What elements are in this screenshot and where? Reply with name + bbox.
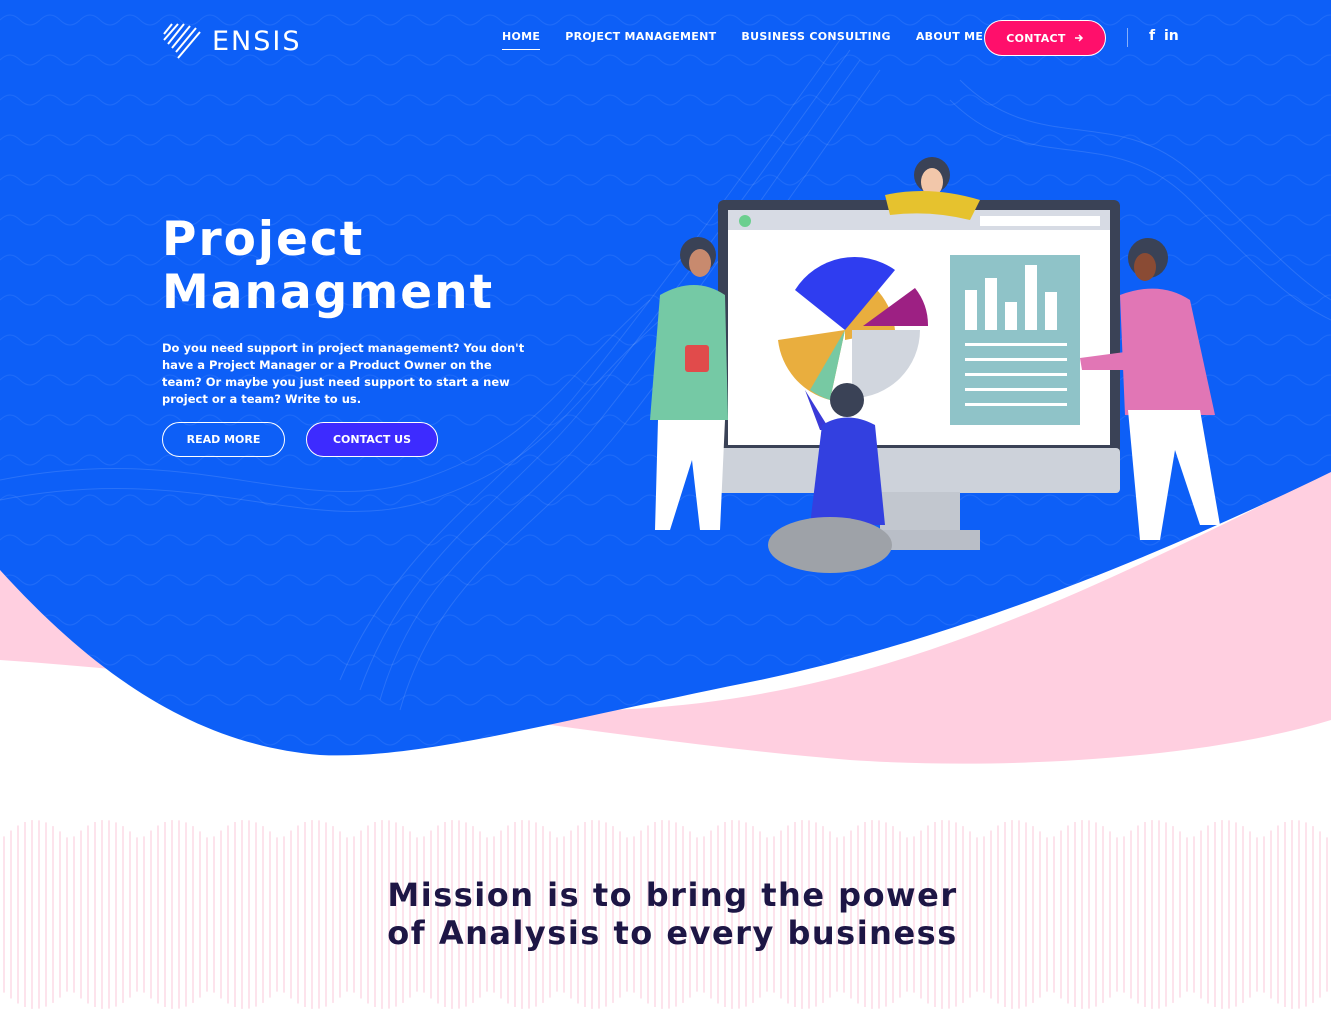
main-nav: HOME PROJECT MANAGEMENT BUSINESS CONSULT… [502,30,1008,50]
nav-item-project-management[interactable]: PROJECT MANAGEMENT [565,30,716,50]
hero-title: Project Managment [162,213,562,319]
brand-logo[interactable]: ENSIS [162,20,302,62]
facebook-icon[interactable]: f [1149,28,1155,44]
contact-button[interactable]: CONTACT [984,20,1106,56]
contact-us-button[interactable]: CONTACT US [306,422,438,457]
linkedin-icon[interactable]: in [1164,28,1179,44]
read-more-button[interactable]: READ MORE [162,422,285,457]
arrow-right-icon [1074,34,1083,42]
nav-item-business-consulting[interactable]: BUSINESS CONSULTING [741,30,890,50]
mission-line1: Mission is to bring the power [387,876,958,914]
contact-button-label: CONTACT [1006,31,1066,45]
nav-divider [1127,28,1128,47]
mission-line2: of Analysis to every business [387,914,958,952]
hero-title-line1: Project [162,212,365,267]
brand-name: ENSIS [212,25,302,57]
stripes-logo-icon [163,23,201,59]
hero-title-line2: Managment [162,265,495,320]
hero-description: Do you need support in project managemen… [162,341,525,406]
nav-item-home[interactable]: HOME [502,30,541,50]
mission-statement: Mission is to bring the power of Analysi… [0,876,1331,952]
hero-section: ENSIS HOME PROJECT MANAGEMENT BUSINESS C… [0,0,1331,780]
team-analytics-illustration [650,157,1220,573]
nav-item-about-me[interactable]: ABOUT ME [916,30,983,50]
